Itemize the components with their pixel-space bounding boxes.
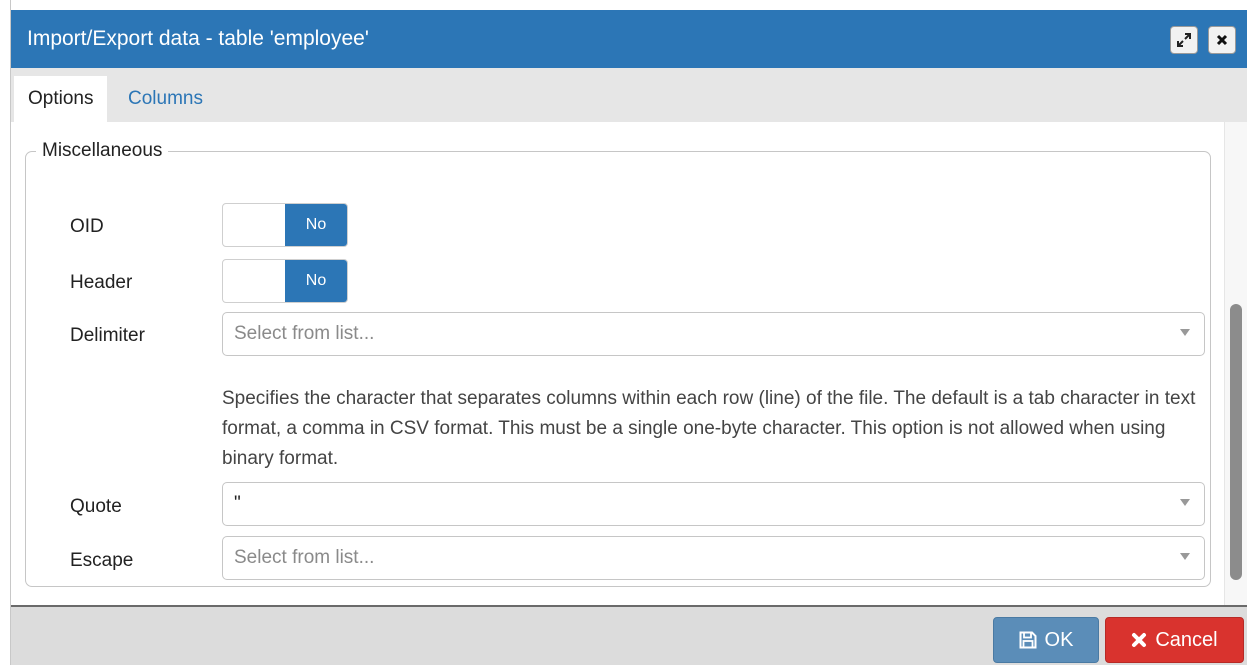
chevron-down-icon <box>1180 499 1190 506</box>
header-toggle[interactable]: No <box>222 259 348 303</box>
expand-icon <box>1177 33 1191 47</box>
cancel-label: Cancel <box>1155 629 1218 651</box>
maximize-button[interactable] <box>1170 26 1198 54</box>
oid-toggle-value: No <box>285 204 347 246</box>
miscellaneous-legend: Miscellaneous <box>42 140 163 161</box>
ok-button[interactable]: OK <box>993 617 1099 663</box>
vertical-scrollbar[interactable] <box>1224 122 1247 605</box>
dialog-title: Import/Export data - table 'employee' <box>27 27 369 50</box>
dialog-content: Miscellaneous OID No Header No Delimiter… <box>11 122 1247 605</box>
dialog-footer: OK Cancel <box>11 605 1247 665</box>
delimiter-label: Delimiter <box>70 325 145 346</box>
chevron-down-icon <box>1180 553 1190 560</box>
escape-label: Escape <box>70 550 134 571</box>
oid-label: OID <box>70 216 104 237</box>
tab-bar: Options Columns <box>11 68 1247 122</box>
ok-label: OK <box>1044 629 1074 651</box>
delimiter-select[interactable]: Select from list... <box>222 312 1205 356</box>
close-button[interactable] <box>1208 26 1236 54</box>
chevron-down-icon <box>1180 329 1190 336</box>
tab-options[interactable]: Options <box>14 76 108 122</box>
escape-select[interactable]: Select from list... <box>222 536 1205 580</box>
delimiter-help-text: Specifies the character that separates c… <box>222 388 1196 469</box>
quote-select[interactable]: " <box>222 482 1205 526</box>
close-icon <box>1216 34 1228 46</box>
quote-value: " <box>234 493 241 514</box>
close-icon <box>1132 633 1147 647</box>
dialog-titlebar[interactable]: Import/Export data - table 'employee' <box>11 10 1247 68</box>
save-icon <box>1019 631 1037 649</box>
header-toggle-value: No <box>285 260 347 302</box>
delimiter-placeholder: Select from list... <box>234 323 375 344</box>
scrollbar-thumb[interactable] <box>1230 304 1242 580</box>
import-export-dialog: Import/Export data - table 'employee' Op… <box>10 0 1247 665</box>
tab-columns[interactable]: Columns <box>114 76 217 122</box>
oid-toggle[interactable]: No <box>222 203 348 247</box>
header-label: Header <box>70 272 133 293</box>
miscellaneous-fieldset: Miscellaneous OID No Header No Delimiter… <box>25 140 1211 587</box>
cancel-button[interactable]: Cancel <box>1105 617 1244 663</box>
quote-label: Quote <box>70 496 122 517</box>
escape-placeholder: Select from list... <box>234 547 375 568</box>
